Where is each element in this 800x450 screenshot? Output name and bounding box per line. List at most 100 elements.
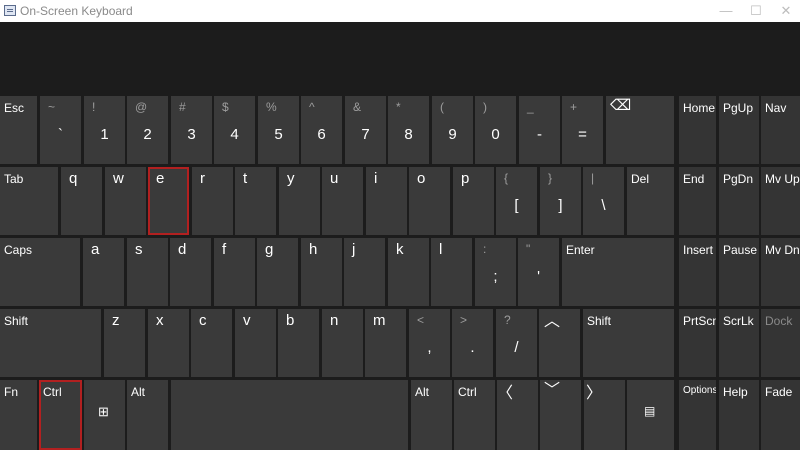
key-c[interactable]: c bbox=[191, 309, 232, 377]
key-r[interactable]: r bbox=[192, 167, 233, 235]
key-f[interactable]: f bbox=[214, 238, 255, 306]
backspace-icon: ⌫ bbox=[610, 97, 632, 114]
key-label: t bbox=[243, 170, 248, 187]
key-g[interactable]: g bbox=[257, 238, 298, 306]
key-backspace[interactable]: ⌫ bbox=[606, 96, 674, 164]
key-j[interactable]: j bbox=[344, 238, 385, 306]
key-main-label: 6 bbox=[317, 126, 326, 143]
key-ctrl-left[interactable]: Ctrl bbox=[39, 380, 82, 450]
key-menu[interactable]: ▤ bbox=[627, 380, 674, 450]
key-9[interactable]: ( 9 bbox=[432, 96, 473, 164]
key-options[interactable]: Options bbox=[679, 380, 716, 450]
key-shift-label: | bbox=[591, 171, 595, 185]
close-button[interactable]: ✕ bbox=[768, 0, 800, 22]
key-7[interactable]: & 7 bbox=[345, 96, 386, 164]
key-dock[interactable]: Dock bbox=[761, 309, 800, 377]
key-fade[interactable]: Fade bbox=[761, 380, 800, 450]
key-main-label: ; bbox=[493, 268, 498, 285]
key-main-label: 2 bbox=[143, 126, 152, 143]
key-shift-label: % bbox=[266, 100, 277, 114]
key-shift-left[interactable]: Shift bbox=[0, 309, 101, 377]
key-backslash[interactable]: | \ bbox=[583, 167, 624, 235]
key-mv-dn[interactable]: Mv Dn bbox=[761, 238, 800, 306]
key-left-arrow[interactable]: 〈 bbox=[497, 380, 538, 450]
key-end[interactable]: End bbox=[679, 167, 716, 235]
key-close-bracket[interactable]: } ] bbox=[540, 167, 581, 235]
key-5[interactable]: % 5 bbox=[258, 96, 299, 164]
key-space[interactable] bbox=[171, 380, 408, 450]
key-backtick[interactable]: ~ ` bbox=[40, 96, 81, 164]
key-z[interactable]: z bbox=[104, 309, 145, 377]
key-down-arrow[interactable]: ﹀ bbox=[540, 380, 581, 450]
key-windows[interactable]: ⊞ bbox=[84, 380, 125, 450]
key-8[interactable]: * 8 bbox=[388, 96, 429, 164]
key-i[interactable]: i bbox=[366, 167, 407, 235]
key-right-arrow[interactable]: 〉 bbox=[584, 380, 625, 450]
key-del[interactable]: Del bbox=[627, 167, 674, 235]
key-ctrl-right[interactable]: Ctrl bbox=[454, 380, 495, 450]
key-period[interactable]: > . bbox=[452, 309, 493, 377]
key-fn[interactable]: Fn bbox=[0, 380, 37, 450]
key-a[interactable]: a bbox=[83, 238, 124, 306]
key-v[interactable]: v bbox=[235, 309, 276, 377]
key-m[interactable]: m bbox=[365, 309, 406, 377]
key-t[interactable]: t bbox=[235, 167, 276, 235]
key-2[interactable]: @ 2 bbox=[127, 96, 168, 164]
key-label: Mv Dn bbox=[765, 243, 800, 257]
key-pgup[interactable]: PgUp bbox=[719, 96, 759, 164]
key-6[interactable]: ^ 6 bbox=[301, 96, 342, 164]
key-e[interactable]: e bbox=[148, 167, 189, 235]
key-l[interactable]: l bbox=[431, 238, 472, 306]
key-3[interactable]: # 3 bbox=[171, 96, 212, 164]
key-equals[interactable]: + = bbox=[562, 96, 603, 164]
key-pgdn[interactable]: PgDn bbox=[719, 167, 759, 235]
key-label: a bbox=[91, 241, 100, 258]
key-k[interactable]: k bbox=[388, 238, 429, 306]
key-esc[interactable]: Esc bbox=[0, 96, 37, 164]
key-shift-right[interactable]: Shift bbox=[583, 309, 674, 377]
key-help[interactable]: Help bbox=[719, 380, 759, 450]
key-prtscn[interactable]: PrtScn bbox=[679, 309, 716, 377]
key-q[interactable]: q bbox=[61, 167, 102, 235]
key-home[interactable]: Home bbox=[679, 96, 716, 164]
key-label: g bbox=[265, 241, 274, 258]
key-open-bracket[interactable]: { [ bbox=[496, 167, 537, 235]
key-1[interactable]: ! 1 bbox=[84, 96, 125, 164]
chevron-left-icon: 〈 bbox=[497, 385, 514, 402]
key-alt-right[interactable]: Alt bbox=[411, 380, 452, 450]
key-main-label: 3 bbox=[187, 126, 196, 143]
key-up-arrow[interactable]: ︿ bbox=[539, 309, 580, 377]
key-mv-up[interactable]: Mv Up bbox=[761, 167, 800, 235]
key-insert[interactable]: Insert bbox=[679, 238, 716, 306]
key-quote[interactable]: " ' bbox=[518, 238, 559, 306]
key-nav[interactable]: Nav bbox=[761, 96, 800, 164]
key-w[interactable]: w bbox=[105, 167, 146, 235]
key-0[interactable]: ) 0 bbox=[475, 96, 516, 164]
key-4[interactable]: $ 4 bbox=[214, 96, 255, 164]
key-shift-label: ( bbox=[440, 100, 444, 114]
key-b[interactable]: b bbox=[278, 309, 319, 377]
key-slash[interactable]: ? / bbox=[496, 309, 537, 377]
key-u[interactable]: u bbox=[322, 167, 363, 235]
key-p[interactable]: p bbox=[453, 167, 494, 235]
key-pause[interactable]: Pause bbox=[719, 238, 759, 306]
key-x[interactable]: x bbox=[148, 309, 189, 377]
chevron-right-icon: 〉 bbox=[586, 385, 603, 402]
key-minus[interactable]: _ - bbox=[519, 96, 560, 164]
key-d[interactable]: d bbox=[170, 238, 211, 306]
key-scrlk[interactable]: ScrLk bbox=[719, 309, 759, 377]
key-s[interactable]: s bbox=[127, 238, 168, 306]
key-y[interactable]: y bbox=[279, 167, 320, 235]
key-enter[interactable]: Enter bbox=[562, 238, 674, 306]
key-caps[interactable]: Caps bbox=[0, 238, 80, 306]
key-alt-left[interactable]: Alt bbox=[127, 380, 168, 450]
key-o[interactable]: o bbox=[409, 167, 450, 235]
key-semicolon[interactable]: : ; bbox=[475, 238, 516, 306]
key-tab[interactable]: Tab bbox=[0, 167, 58, 235]
key-h[interactable]: h bbox=[301, 238, 342, 306]
key-main-label: 0 bbox=[491, 126, 500, 143]
key-main-label: [ bbox=[514, 197, 519, 214]
key-comma[interactable]: < , bbox=[409, 309, 450, 377]
key-n[interactable]: n bbox=[322, 309, 363, 377]
key-label: q bbox=[69, 170, 78, 187]
